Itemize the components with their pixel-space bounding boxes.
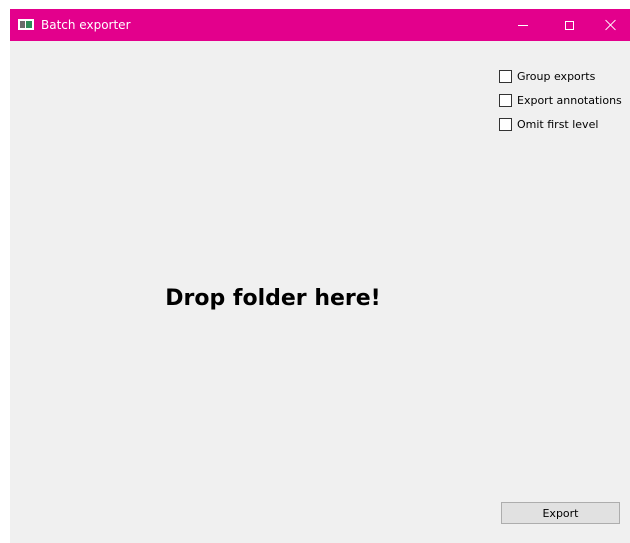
omit-first-level-label: Omit first level xyxy=(517,117,599,131)
maximize-icon xyxy=(564,20,574,30)
folder-drop-zone[interactable]: Drop folder here! xyxy=(10,41,490,511)
group-exports-checkbox[interactable] xyxy=(499,69,512,83)
option-export-annotations[interactable]: Export annotations xyxy=(499,88,622,112)
minimize-button[interactable] xyxy=(500,9,546,41)
export-annotations-checkbox[interactable] xyxy=(499,93,512,107)
export-button[interactable]: Export xyxy=(501,502,620,524)
drop-zone-text: Drop folder here! xyxy=(165,285,381,311)
export-options: Group exports Export annotations Omit fi… xyxy=(499,64,622,136)
option-group-exports[interactable]: Group exports xyxy=(499,64,622,88)
close-button[interactable] xyxy=(592,9,630,41)
option-omit-first-level[interactable]: Omit first level xyxy=(499,112,622,136)
app-window-icon xyxy=(18,19,34,30)
maximize-button[interactable] xyxy=(546,9,592,41)
title-bar[interactable]: Batch exporter xyxy=(10,9,630,41)
group-exports-label: Group exports xyxy=(517,69,596,83)
omit-first-level-checkbox[interactable] xyxy=(499,117,512,131)
window-title: Batch exporter xyxy=(41,18,131,32)
export-annotations-label: Export annotations xyxy=(517,93,622,107)
close-icon xyxy=(605,19,617,31)
minimize-icon xyxy=(518,24,528,26)
batch-exporter-window: Batch exporter Group exports Export anno… xyxy=(10,9,630,543)
